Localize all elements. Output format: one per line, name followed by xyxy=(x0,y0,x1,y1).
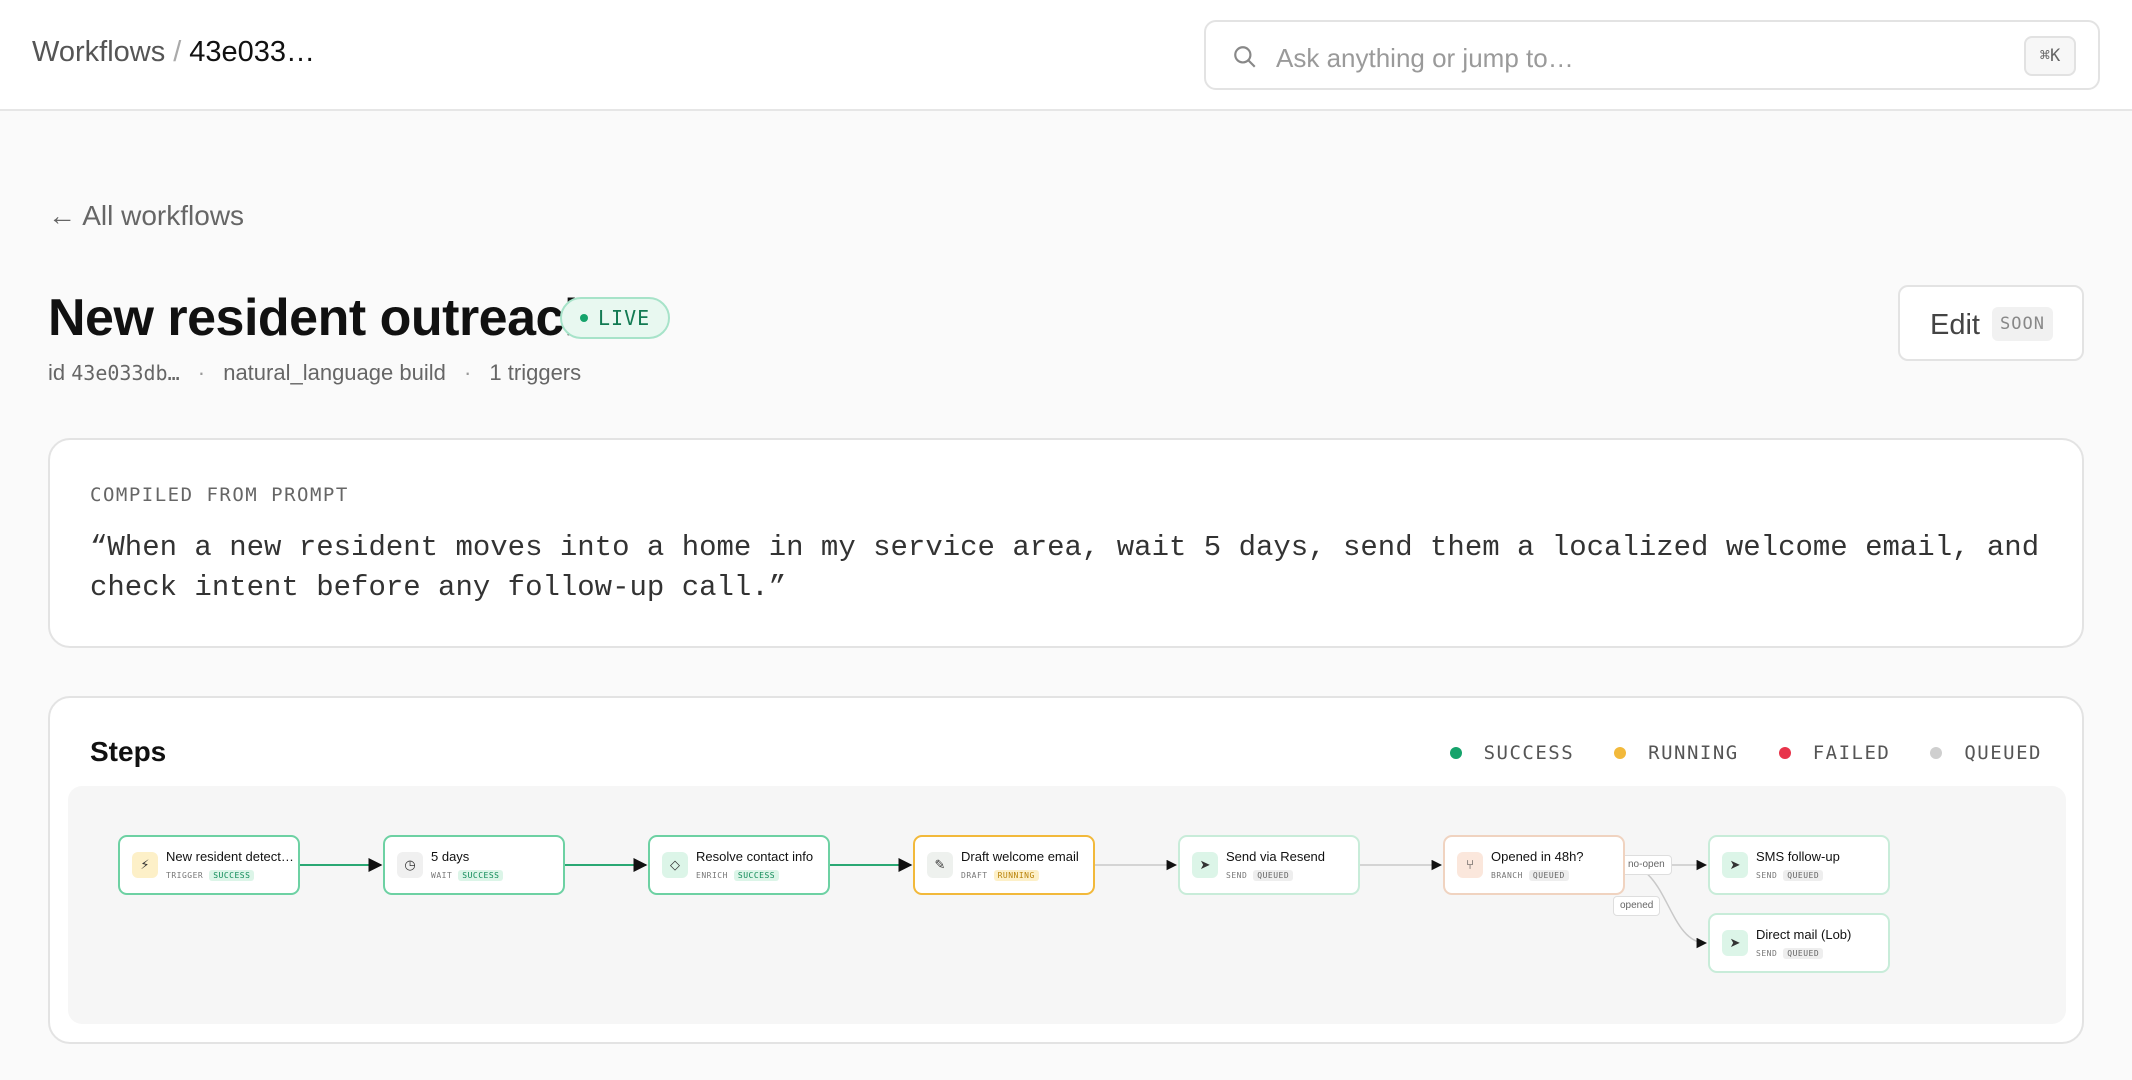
step-node-sms[interactable]: ➤ SMS follow-up SEND QUEUED xyxy=(1708,835,1890,895)
step-status-badge: RUNNING xyxy=(993,870,1039,881)
step-node-send-resend[interactable]: ➤ Send via Resend SEND QUEUED xyxy=(1178,835,1360,895)
meta-id-label: id xyxy=(48,360,66,385)
legend-dot-icon xyxy=(1614,747,1627,759)
step-node-branch[interactable]: ⑂ Opened in 48h? BRANCH QUEUED xyxy=(1443,835,1625,895)
step-status-badge: QUEUED xyxy=(1528,870,1569,881)
branch-icon: ⑂ xyxy=(1457,852,1483,878)
step-title: 5 days xyxy=(431,849,470,864)
breadcrumb-workflows[interactable]: Workflows xyxy=(32,36,165,68)
step-title: SMS follow-up xyxy=(1756,849,1840,864)
step-title: Opened in 48h? xyxy=(1491,849,1584,864)
breadcrumb-separator: / xyxy=(173,36,182,68)
meta-separator: · xyxy=(463,360,472,385)
step-status-badge: SUCCESS xyxy=(209,870,255,881)
step-node-direct-mail[interactable]: ➤ Direct mail (Lob) SEND QUEUED xyxy=(1708,913,1890,973)
legend-label: FAILED xyxy=(1812,742,1891,764)
step-status-badge: QUEUED xyxy=(1253,870,1294,881)
legend-item-success: SUCCESS xyxy=(1449,742,1575,764)
step-status-badge: QUEUED xyxy=(1783,870,1824,881)
step-subline: ENRICH SUCCESS xyxy=(696,870,780,881)
step-title: Send via Resend xyxy=(1226,849,1326,864)
step-subline: SEND QUEUED xyxy=(1756,948,1824,959)
legend-label: SUCCESS xyxy=(1483,742,1575,764)
prompt-card: COMPILED FROM PROMPT “When a new residen… xyxy=(48,438,2084,648)
pencil-icon: ✎ xyxy=(927,852,953,878)
edit-button[interactable]: Edit SOON xyxy=(1898,285,2084,361)
step-subline: WAIT SUCCESS xyxy=(431,870,504,881)
step-node-enrich[interactable]: ◇ Resolve contact info ENRICH SUCCESS xyxy=(648,835,830,895)
step-kind: SEND xyxy=(1756,949,1778,958)
step-subline: TRIGGER SUCCESS xyxy=(166,870,255,881)
search-bar[interactable]: Ask anything or jump to… ⌘K xyxy=(1204,20,2100,90)
step-node-draft[interactable]: ✎ Draft welcome email DRAFT RUNNING xyxy=(913,835,1095,895)
lightning-icon: ⚡ xyxy=(132,852,158,878)
step-kind: SEND xyxy=(1756,871,1778,880)
steps-title: Steps xyxy=(90,736,167,767)
step-node-trigger[interactable]: ⚡ New resident detect… TRIGGER SUCCESS xyxy=(118,835,300,895)
step-node-wait[interactable]: ◷ 5 days WAIT SUCCESS xyxy=(383,835,565,895)
search-icon xyxy=(1234,46,1256,68)
status-badge-label: LIVE xyxy=(598,306,651,330)
shortcut-hint: ⌘K xyxy=(2024,36,2076,76)
send-icon: ➤ xyxy=(1192,852,1218,878)
legend-dot-icon xyxy=(1930,747,1943,759)
step-status-badge: SUCCESS xyxy=(458,870,504,881)
workflow-edges xyxy=(300,858,1708,949)
legend-label: QUEUED xyxy=(1964,742,2042,764)
top-bar: Workflows/43e033… Ask anything or jump t… xyxy=(0,0,2132,111)
live-dot-icon xyxy=(580,313,588,322)
legend-item-queued: QUEUED xyxy=(1930,742,2042,764)
edge-label-opened: opened xyxy=(1613,896,1661,916)
status-badge: LIVE xyxy=(560,297,671,339)
legend-item-failed: FAILED xyxy=(1778,742,1891,764)
prompt-caption: COMPILED FROM PROMPT xyxy=(90,484,349,506)
workflow-canvas[interactable]: no-open opened ⚡ New resident detect… TR… xyxy=(68,786,2066,1024)
clock-icon: ◷ xyxy=(397,852,423,878)
workflow-meta: id 43e033db… · natural_language build · … xyxy=(48,360,581,386)
step-title: Draft welcome email xyxy=(961,849,1079,864)
edit-button-label: Edit xyxy=(1930,309,1980,341)
step-subline: SEND QUEUED xyxy=(1756,870,1824,881)
step-title: Resolve contact info xyxy=(696,849,814,864)
meta-build: natural_language build xyxy=(223,360,446,385)
enrich-icon: ◇ xyxy=(662,852,688,878)
step-kind: DRAFT xyxy=(961,871,988,880)
step-subline: DRAFT RUNNING xyxy=(961,870,1039,881)
edge-label-no-open: no-open xyxy=(1621,855,1672,875)
prompt-text: “When a new resident moves into a home i… xyxy=(90,531,2040,604)
meta-triggers: 1 triggers xyxy=(489,360,582,385)
step-title: Direct mail (Lob) xyxy=(1756,927,1852,942)
step-kind: WAIT xyxy=(431,871,453,880)
breadcrumb-current: 43e033… xyxy=(189,36,316,68)
meta-separator: · xyxy=(197,360,206,385)
step-kind: BRANCH xyxy=(1491,871,1523,880)
send-icon: ➤ xyxy=(1722,930,1748,956)
step-status-badge: SUCCESS xyxy=(733,870,780,881)
step-kind: SEND xyxy=(1226,871,1248,880)
search-input[interactable]: Ask anything or jump to… xyxy=(1276,43,1574,74)
soon-badge: SOON xyxy=(1992,307,2053,341)
step-title: New resident detect… xyxy=(166,849,294,864)
breadcrumb: Workflows/43e033… xyxy=(32,36,315,69)
step-kind: TRIGGER xyxy=(166,871,204,880)
legend-dot-icon xyxy=(1778,747,1791,759)
page-title: New resident outreach xyxy=(48,289,596,347)
step-kind: ENRICH xyxy=(696,871,728,880)
legend-item-running: RUNNING xyxy=(1614,742,1739,764)
step-status-badge: QUEUED xyxy=(1783,948,1824,959)
status-legend: SUCCESS RUNNING FAILED QUEUED xyxy=(1449,742,2042,764)
step-subline: SEND QUEUED xyxy=(1226,870,1294,881)
step-subline: BRANCH QUEUED xyxy=(1491,870,1569,881)
legend-dot-icon xyxy=(1449,747,1462,759)
steps-card: Steps SUCCESS RUNNING FAILED QUEUED no-o… xyxy=(48,696,2084,1044)
legend-label: RUNNING xyxy=(1648,742,1739,764)
meta-id-value: 43e033db… xyxy=(71,361,180,385)
send-icon: ➤ xyxy=(1722,852,1748,878)
back-to-workflows-link[interactable]: ← All workflows xyxy=(48,200,244,232)
